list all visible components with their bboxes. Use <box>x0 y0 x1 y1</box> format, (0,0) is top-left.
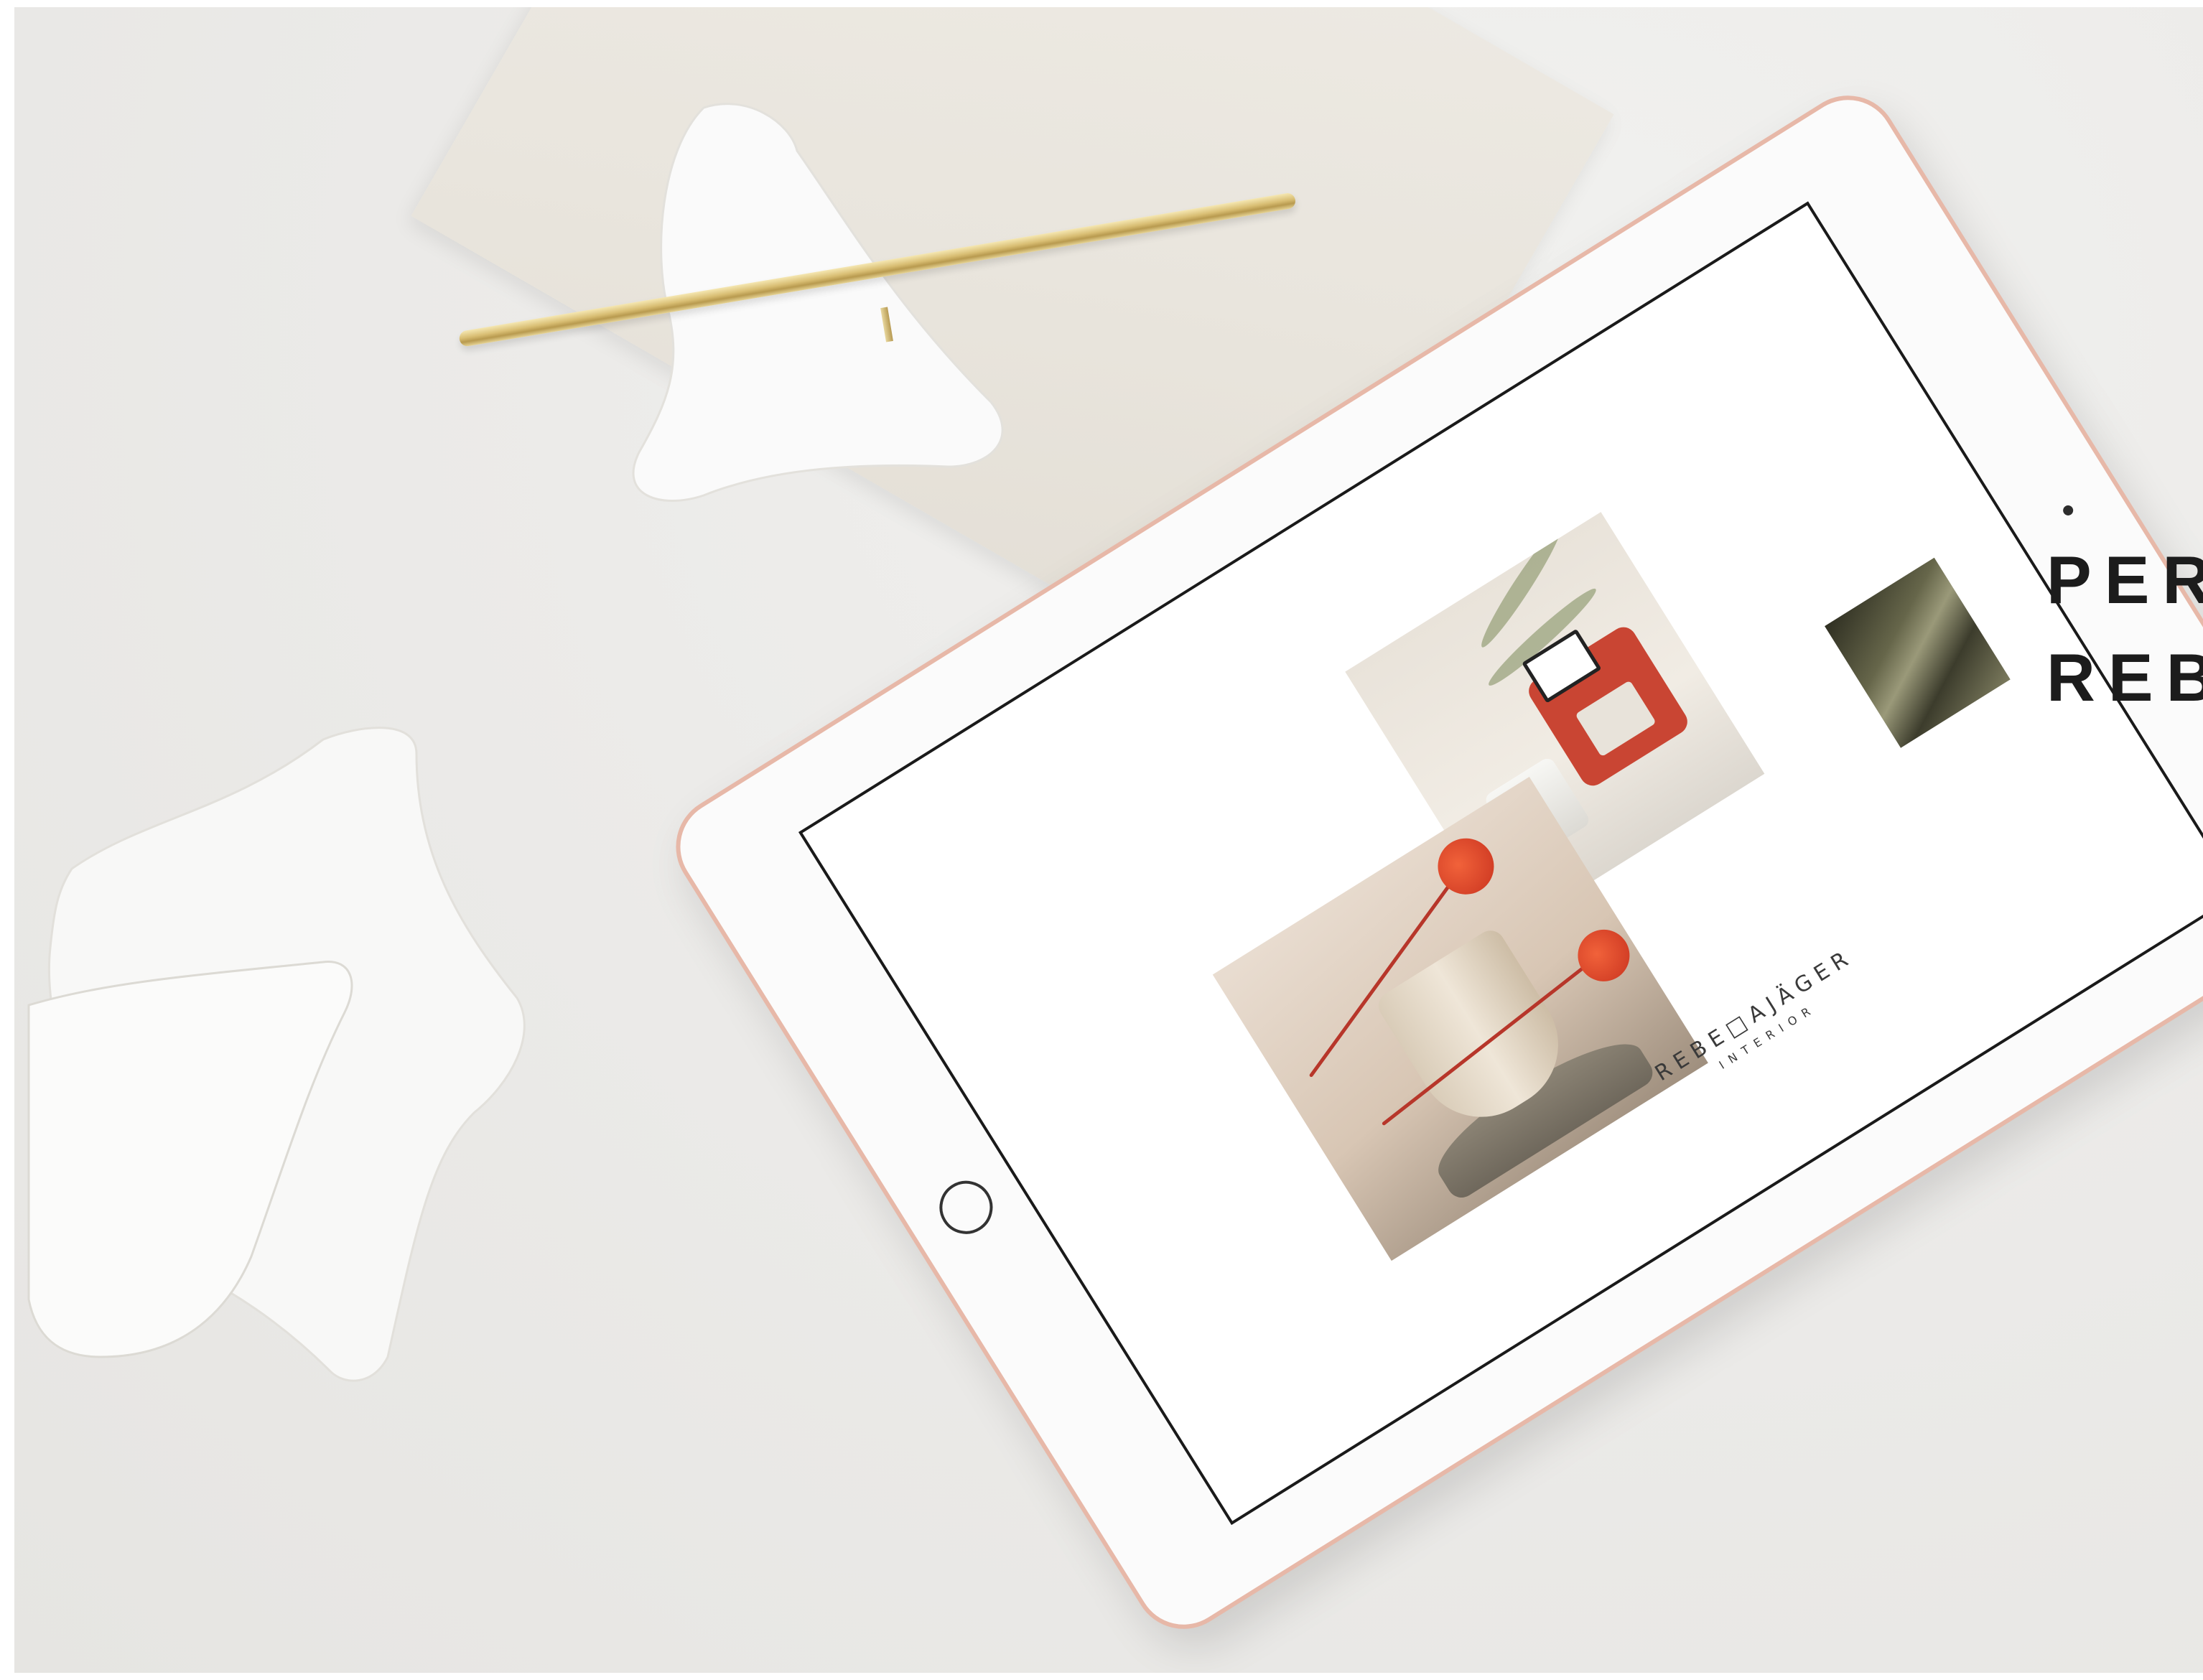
headline: PER REB <box>2046 531 2203 727</box>
red-flower <box>1568 920 1640 991</box>
headline-line-1: PER <box>2046 542 2203 617</box>
photo-olive-fabric <box>1825 557 2011 748</box>
front-camera-icon <box>2061 503 2075 518</box>
desk-scene: REBE□AJÄGER INTERIOR <box>14 7 2203 1673</box>
headline-line-2: REB <box>2046 640 2203 715</box>
home-button[interactable] <box>929 1170 1003 1244</box>
ceramic-shard-left <box>27 727 526 1382</box>
red-flower <box>1427 827 1505 905</box>
